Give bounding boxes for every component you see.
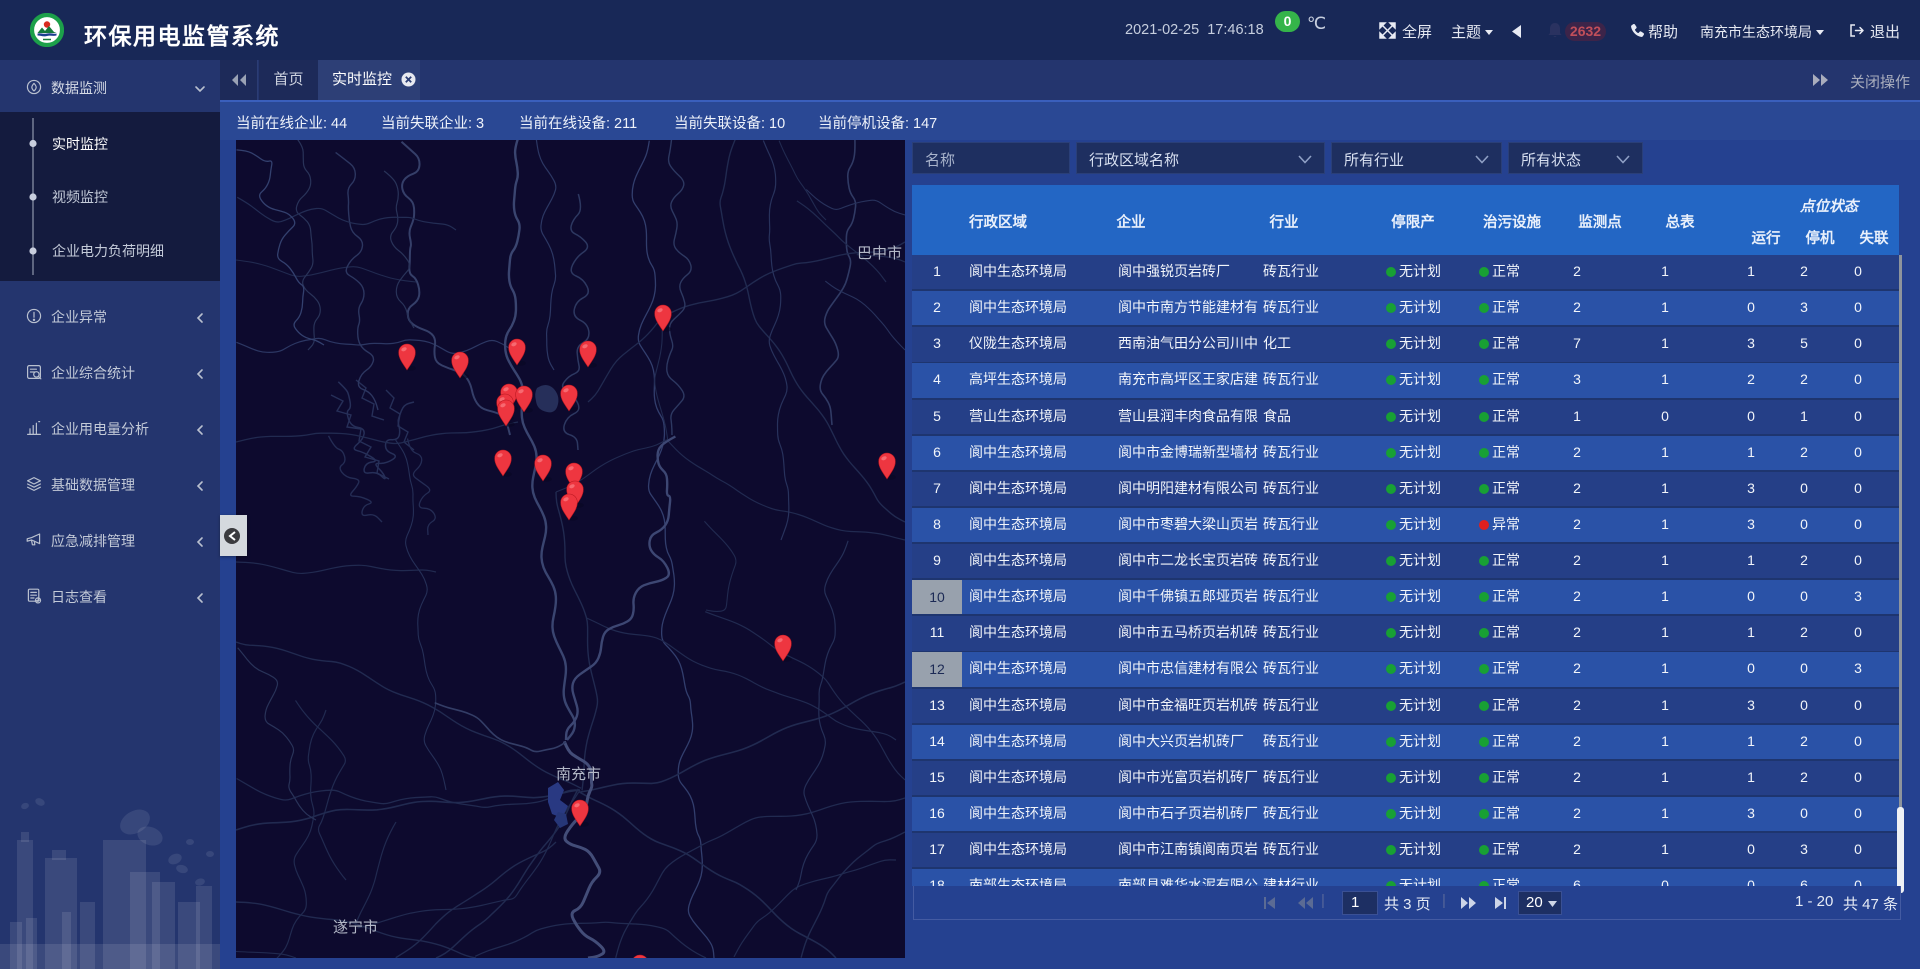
svg-text:南充市: 南充市 [556, 766, 601, 783]
svg-text:巴中市: 巴中市 [857, 245, 902, 262]
svg-text:遂宁市: 遂宁市 [333, 919, 378, 936]
